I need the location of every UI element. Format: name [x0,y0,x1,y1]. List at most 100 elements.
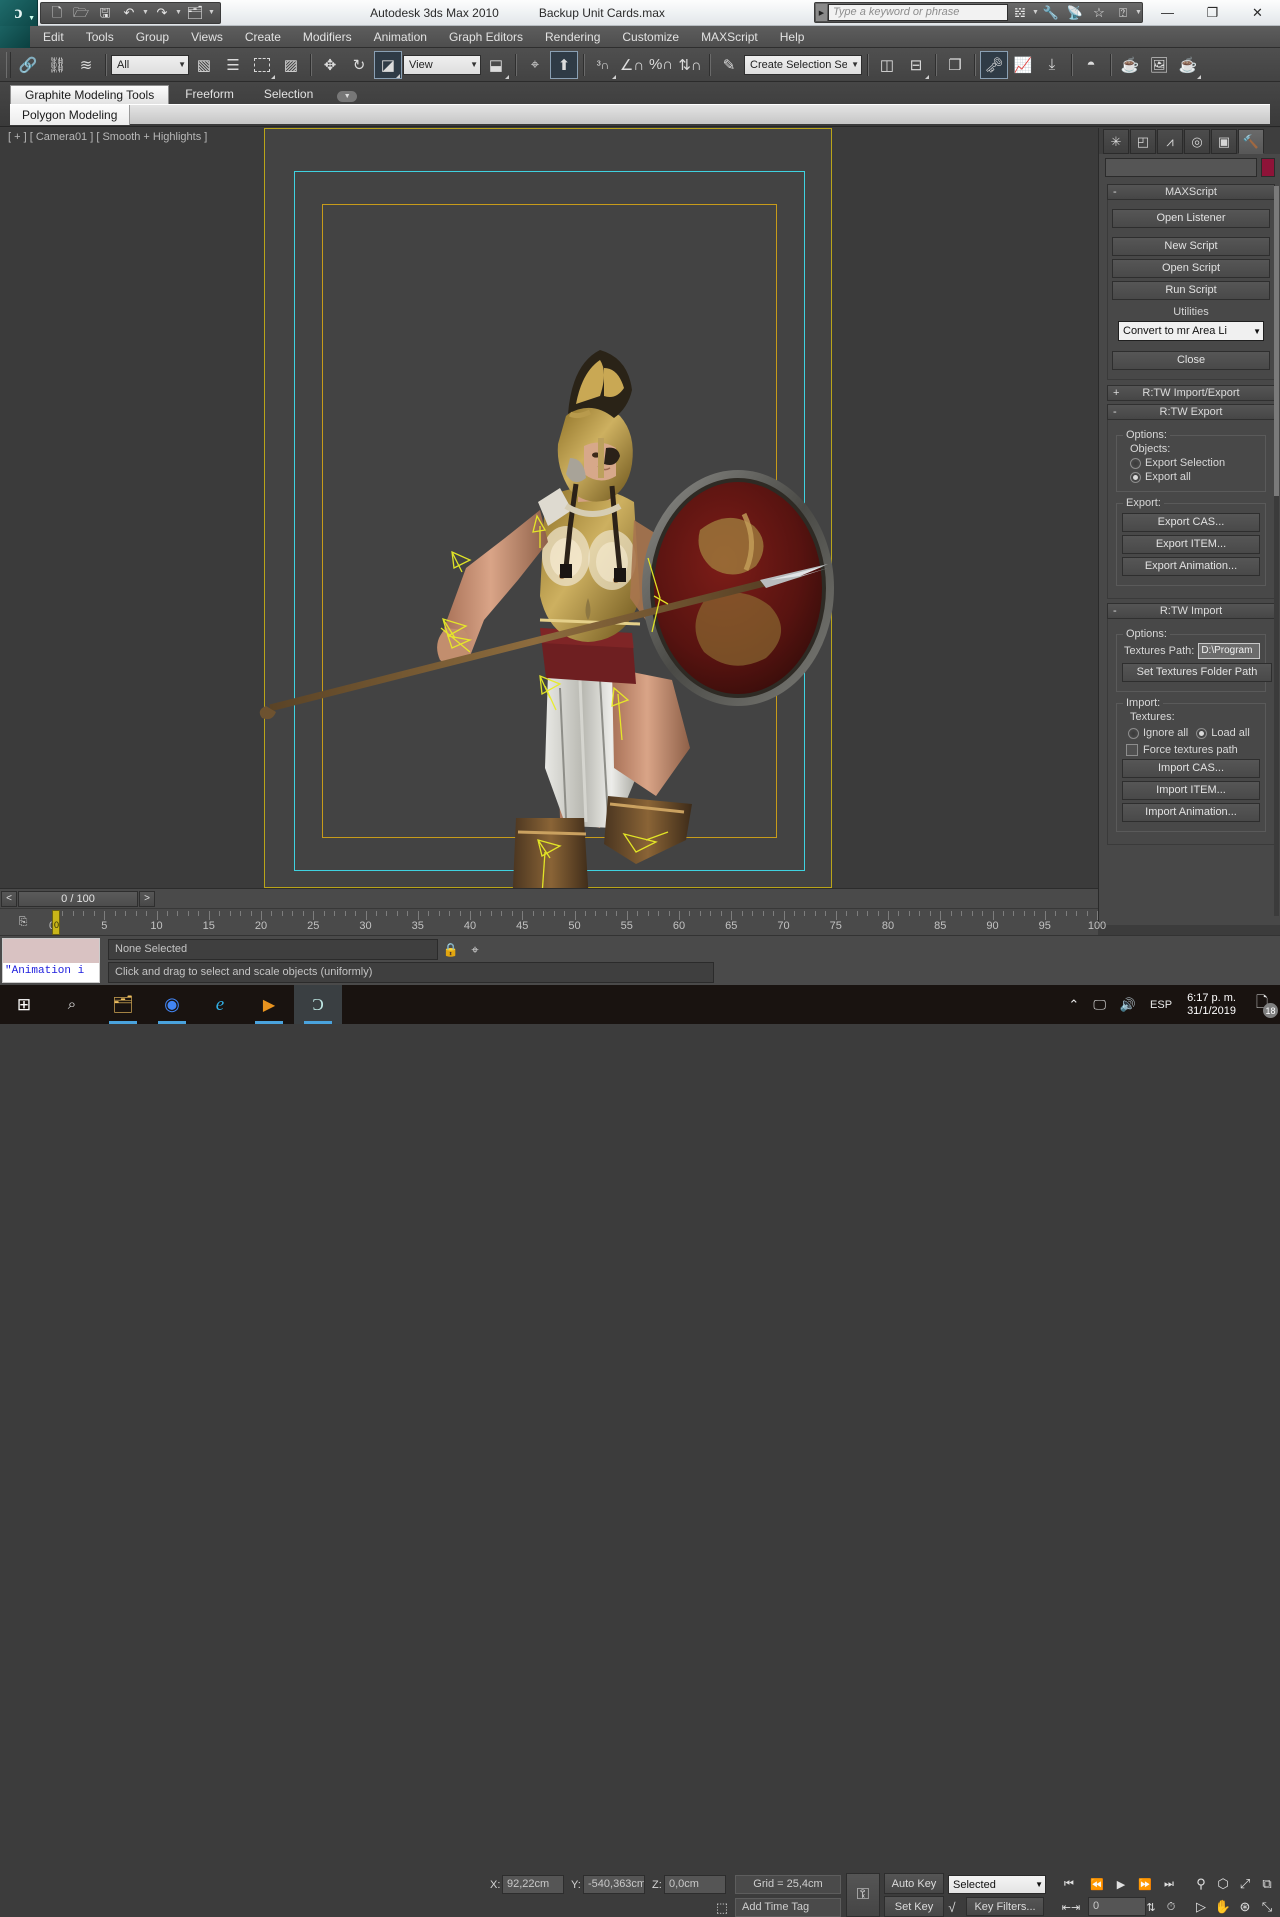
previous-frame-icon[interactable]: ⏪ [1086,1874,1108,1894]
coord-x-input[interactable]: 92,22cm [502,1875,564,1894]
key-mode-combo[interactable]: Selected ▼ [948,1875,1046,1894]
qat-overflow-icon[interactable]: ▼ [208,9,215,16]
minimize-button[interactable]: — [1145,0,1190,26]
menu-item-maxscript[interactable]: MAXScript [690,26,769,48]
search-dropdown-arrow-icon[interactable]: ▼ [1032,9,1039,16]
volume-icon[interactable]: 🔊 [1113,997,1143,1013]
select-object-icon[interactable]: ▧ [190,51,218,79]
open-file-icon[interactable]: 🗁 [70,3,92,22]
reference-coordinate-system-combo[interactable]: View ▼ [403,54,481,75]
window-crossing-icon[interactable]: ▨ [277,51,305,79]
help-dropdown-arrow-icon[interactable]: ▼ [1135,9,1142,16]
wrench-icon[interactable]: 🔧 [1039,3,1063,22]
selection-filter-combo[interactable]: All ▼ [111,54,189,75]
menu-item-modifiers[interactable]: Modifiers [292,26,363,48]
command-panel-scrollbar[interactable] [1274,186,1279,916]
file-explorer-button[interactable]: 🗂 [99,985,147,1024]
edit-named-selection-sets-icon[interactable]: ✎ [715,51,743,79]
subscription-icon[interactable]: 📡 [1063,3,1087,22]
zoom-extents-icon[interactable]: ⤢ [1234,1874,1256,1894]
radio-ignore-all[interactable]: Ignore all [1128,727,1188,739]
hierarchy-tab[interactable]: ⩘ [1157,129,1183,154]
maxscript-mini-listener[interactable]: "Animation i [2,938,100,983]
set-key-filters-icon[interactable]: √ [942,1898,962,1916]
redo-icon[interactable]: ↷ [151,3,173,22]
menu-item-views[interactable]: Views [180,26,234,48]
tab-selection[interactable]: Selection [250,85,327,104]
set-textures-folder-path-button[interactable]: Set Textures Folder Path [1122,663,1272,682]
new-file-icon[interactable]: 🗋 [46,3,68,22]
chrome-button[interactable]: ◉ [148,985,196,1024]
add-time-tag-button[interactable]: Add Time Tag [735,1898,841,1917]
tab-freeform[interactable]: Freeform [171,85,248,104]
zoom-extents-all-icon[interactable]: ⧉ [1256,1874,1278,1894]
material-editor-icon[interactable]: 🗝 [980,50,1008,79]
project-folder-icon[interactable]: 🗂 [184,3,206,22]
open-mini-curve-editor-icon[interactable]: ⎘ [10,913,36,931]
orbit-icon[interactable]: ⊛ [1234,1897,1256,1917]
close-button-utility[interactable]: Close [1112,351,1270,370]
select-and-rotate-icon[interactable]: ↻ [345,51,373,79]
key-mode-toggle-icon[interactable]: ⇤⇥ [1060,1897,1082,1917]
time-configuration-icon[interactable]: ⏱ [1160,1897,1182,1917]
curve-editor-icon[interactable]: 📈 [1009,51,1037,79]
display-tab[interactable]: ▣ [1211,129,1237,154]
menu-item-help[interactable]: Help [769,26,816,48]
rollout-rtw-import-header[interactable]: - R:TW Import [1107,603,1275,619]
redo-dropdown-arrow-icon[interactable]: ▼ [175,9,182,16]
current-frame-input[interactable]: 0 [1088,1897,1146,1916]
clock[interactable]: 6:17 p. m. 31/1/2019 [1179,992,1244,1018]
3dsmax-button[interactable]: Ɔ [294,985,342,1024]
run-script-button[interactable]: Run Script [1112,281,1270,300]
binoculars-icon[interactable]: 𝍌 [1008,3,1032,22]
menu-item-customize[interactable]: Customize [611,26,690,48]
field-of-view-icon[interactable]: ▷ [1190,1897,1212,1917]
material-editor-sphere-icon[interactable]: ◓ [1077,51,1105,79]
language-indicator[interactable]: ESP [1143,999,1179,1011]
play-animation-icon[interactable]: ▶ [1110,1874,1132,1894]
track-bar[interactable]: ⎘ 0 5 10 15 20 25 30 35 40 45 50 55 60 65 70 75 80 85 90 95… [0,908,1106,936]
snaps-toggle-3-icon[interactable]: ³∩ [589,51,617,79]
menu-item-create[interactable]: Create [234,26,292,48]
coord-z-input[interactable]: 0,0cm [664,1875,726,1894]
radio-export-all[interactable]: Export all [1130,471,1260,483]
rollout-rtw-import-export-header[interactable]: + R:TW Import/Export [1107,385,1275,401]
select-and-link-icon[interactable]: 🔗 [14,51,42,79]
zoom-all-icon[interactable]: ⬡ [1212,1874,1234,1894]
key-filters-button[interactable]: Key Filters... [966,1897,1044,1916]
spartan-character-model[interactable] [0,128,1098,888]
rendered-frame-window-icon[interactable]: 🖼 [1145,51,1173,79]
menu-item-animation[interactable]: Animation [363,26,438,48]
maximize-viewport-icon[interactable]: ⤡ [1256,1897,1278,1917]
next-frame-icon[interactable]: ⏩ [1134,1874,1156,1894]
rollout-rtw-export-header[interactable]: - R:TW Export [1107,404,1275,420]
lock-selection-icon[interactable]: 🔒 [442,941,460,959]
absolute-relative-transform-icon[interactable]: ⌖ [466,941,484,959]
render-setup-icon[interactable]: ☕ [1116,51,1144,79]
ribbon-overflow-icon[interactable]: ▼ [329,85,365,104]
track-bar-ruler[interactable]: 0 5 10 15 20 25 30 35 40 45 50 55 60 65 70 75 80 85 90 95 10… [44,909,1106,936]
application-menu-button[interactable]: ɔ ▼ [0,0,38,26]
search-input[interactable]: Type a keyword or phrase [828,4,1008,21]
favorites-star-icon[interactable]: ☆ [1087,3,1111,22]
time-slider-handle[interactable]: 0 [52,910,60,935]
menu-item-group[interactable]: Group [125,26,180,48]
save-file-icon[interactable]: 🖫 [94,3,116,22]
help-question-icon[interactable]: ⍰ [1111,3,1135,22]
search-expand-arrow-icon[interactable]: ▶ [816,4,827,21]
pan-view-icon[interactable]: ✋ [1212,1897,1234,1917]
maxscript-listener-input[interactable] [3,939,99,963]
rollout-maxscript-header[interactable]: - MAXScript [1107,184,1275,200]
time-slider-next-button[interactable]: > [139,890,155,907]
export-item-button[interactable]: Export ITEM... [1122,535,1260,554]
select-and-manipulate-icon[interactable]: ⌖ [521,51,549,79]
time-slider-prev-button[interactable]: < [1,890,17,907]
open-listener-button[interactable]: Open Listener [1112,209,1270,228]
modify-tab[interactable]: ◰ [1130,129,1156,154]
rectangular-selection-region-icon[interactable] [248,51,276,79]
menu-item-tools[interactable]: Tools [75,26,125,48]
angle-snap-toggle-icon[interactable]: ∠∩ [618,51,646,79]
toolbar-grip[interactable] [6,51,11,78]
start-button[interactable]: ⊞ [0,985,48,1024]
action-center-button[interactable]: 🗋 18 [1244,985,1280,1024]
